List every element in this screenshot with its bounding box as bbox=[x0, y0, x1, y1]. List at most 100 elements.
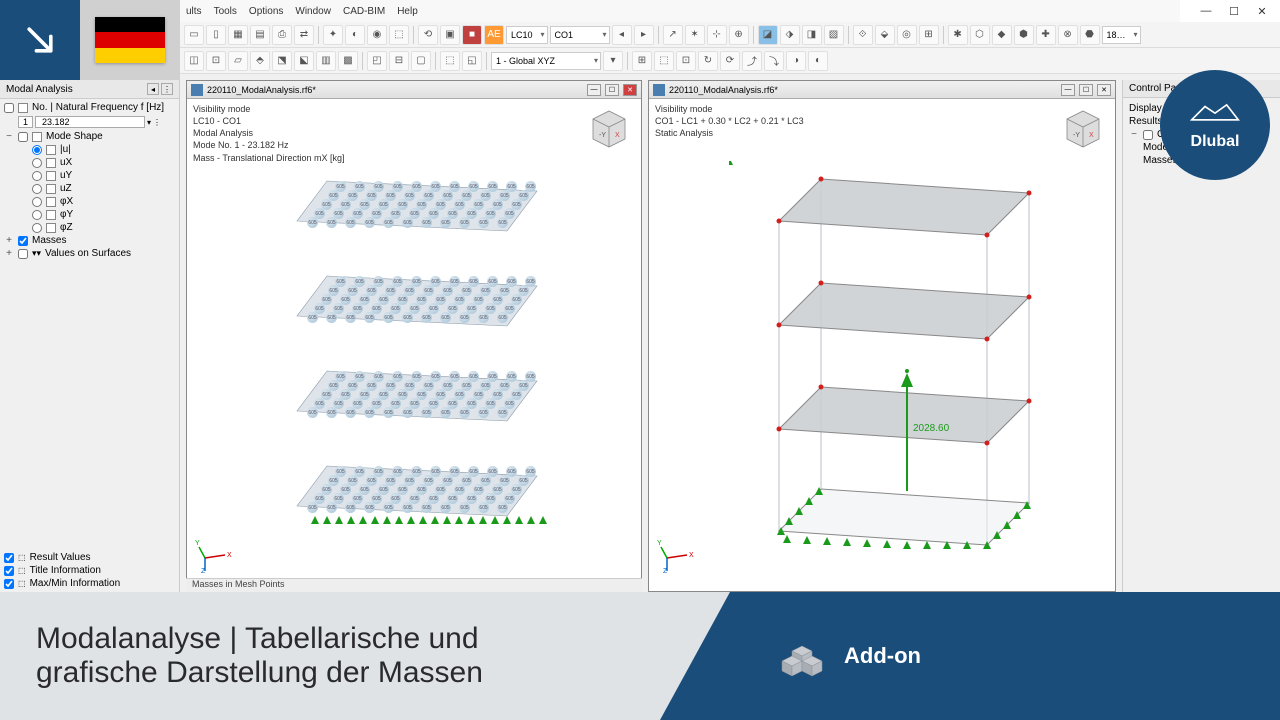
toolbar-button[interactable]: ◰ bbox=[367, 51, 387, 71]
freq-value[interactable]: 23.182 bbox=[35, 116, 145, 128]
toolbar-button[interactable]: ▸ bbox=[634, 25, 654, 45]
toolbar-button[interactable]: ⊗ bbox=[1058, 25, 1078, 45]
toolbar-button[interactable]: ✱ bbox=[948, 25, 968, 45]
masses-checkbox[interactable] bbox=[18, 236, 28, 246]
viewport-minimize-button[interactable]: — bbox=[587, 84, 601, 96]
viewport-canvas[interactable]: 6056056056056056056056056056056056056056… bbox=[187, 101, 641, 591]
toolbar-button[interactable]: ⬙ bbox=[875, 25, 895, 45]
viewport-close-button[interactable]: ✕ bbox=[1097, 84, 1111, 96]
result-values-checkbox[interactable] bbox=[4, 553, 14, 563]
title-info-checkbox[interactable] bbox=[4, 566, 14, 576]
freq-number[interactable]: 1 bbox=[18, 116, 33, 128]
mode-uz-radio[interactable] bbox=[32, 184, 42, 194]
viewport-canvas[interactable]: 2028.60 bbox=[649, 101, 1115, 591]
toolbar-button[interactable]: ✶ bbox=[685, 25, 705, 45]
toolbar-button[interactable]: ⬚ bbox=[654, 51, 674, 71]
values-surfaces-checkbox[interactable] bbox=[18, 249, 28, 259]
toolbar-button[interactable]: ⊡ bbox=[676, 51, 696, 71]
mode-shape-checkbox[interactable] bbox=[18, 132, 28, 142]
menu-item[interactable]: CAD-BIM bbox=[343, 6, 385, 17]
toolbar-button[interactable]: ▦ bbox=[228, 25, 248, 45]
toolbar-button[interactable]: ⊞ bbox=[919, 25, 939, 45]
toolbar-button[interactable]: ⊹ bbox=[707, 25, 727, 45]
panel-menu-button[interactable]: ⋮ bbox=[161, 83, 173, 95]
toolbar-button[interactable]: ▣ bbox=[440, 25, 460, 45]
toolbar-button[interactable]: ◪ bbox=[758, 25, 778, 45]
viewport-static-analysis[interactable]: 220110_ModalAnalysis.rf6* — ☐ ✕ Visibili… bbox=[648, 80, 1116, 592]
menu-item[interactable]: Help bbox=[397, 6, 418, 17]
menu-item[interactable]: Tools bbox=[214, 6, 237, 17]
toolbar-combo[interactable]: 18… bbox=[1102, 26, 1141, 44]
toolbar-button[interactable]: ⬣ bbox=[1080, 25, 1100, 45]
mode-phiz-radio[interactable] bbox=[32, 223, 42, 233]
toolbar-button[interactable]: ⤴ bbox=[742, 51, 762, 71]
toolbar-button[interactable]: ⬗ bbox=[780, 25, 800, 45]
toolbar-button[interactable]: ▥ bbox=[316, 51, 336, 71]
menu-item[interactable]: Options bbox=[249, 6, 283, 17]
freq-dropdown-icon[interactable]: ▾ bbox=[147, 118, 151, 127]
panel-collapse-button[interactable]: ◂ bbox=[147, 83, 159, 95]
mode-uy-radio[interactable] bbox=[32, 171, 42, 181]
toolbar-button[interactable]: ⬚ bbox=[440, 51, 460, 71]
menu-item[interactable]: Window bbox=[295, 6, 331, 17]
toolbar-button[interactable]: ⊕ bbox=[729, 25, 749, 45]
toolbar-button[interactable]: ✚ bbox=[1036, 25, 1056, 45]
toolbar-button[interactable]: ▭ bbox=[184, 25, 204, 45]
toolbar-button[interactable]: ⟲ bbox=[418, 25, 438, 45]
toolbar-button[interactable]: ◐ bbox=[808, 51, 828, 71]
general-checkbox[interactable] bbox=[1143, 130, 1153, 140]
mode-u-radio[interactable] bbox=[32, 145, 42, 155]
minimize-button[interactable]: — bbox=[1192, 1, 1220, 21]
menu-item[interactable]: ults bbox=[186, 6, 202, 17]
toolbar-button[interactable]: ▾ bbox=[603, 51, 623, 71]
coord-system-combo[interactable]: 1 - Global XYZ bbox=[491, 52, 601, 70]
toolbar-button[interactable]: ◐ bbox=[345, 25, 365, 45]
toolbar-button[interactable]: ▢ bbox=[411, 51, 431, 71]
toolbar-button[interactable]: ▧ bbox=[824, 25, 844, 45]
toolbar-button[interactable]: ⎙ bbox=[272, 25, 292, 45]
viewport-close-button[interactable]: ✕ bbox=[623, 84, 637, 96]
freq-more-icon[interactable]: ⋮ bbox=[153, 118, 161, 127]
toolbar-button[interactable]: ⊡ bbox=[206, 51, 226, 71]
toolbar-button[interactable]: ⟐ bbox=[853, 25, 873, 45]
maxmin-info-checkbox[interactable] bbox=[4, 579, 14, 589]
viewport-maximize-button[interactable]: ☐ bbox=[1079, 84, 1093, 96]
toolbar-button[interactable]: ⬚ bbox=[389, 25, 409, 45]
toolbar-button[interactable]: ⤵ bbox=[764, 51, 784, 71]
toolbar-button[interactable]: ◱ bbox=[462, 51, 482, 71]
toolbar-button[interactable]: ⬢ bbox=[1014, 25, 1034, 45]
toolbar-button[interactable]: ⊟ bbox=[389, 51, 409, 71]
toolbar-button[interactable]: ⬡ bbox=[970, 25, 990, 45]
toolbar-ae-button[interactable]: AE bbox=[484, 25, 504, 45]
toolbar-button[interactable]: ✦ bbox=[323, 25, 343, 45]
toolbar-button[interactable]: ▤ bbox=[250, 25, 270, 45]
toolbar-button[interactable]: ▩ bbox=[338, 51, 358, 71]
mode-phiy-radio[interactable] bbox=[32, 210, 42, 220]
toolbar-button[interactable]: ↻ bbox=[698, 51, 718, 71]
mode-phix-radio[interactable] bbox=[32, 197, 42, 207]
toolbar-button[interactable]: ▱ bbox=[228, 51, 248, 71]
toolbar-button[interactable]: ◫ bbox=[184, 51, 204, 71]
toolbar-button[interactable]: ◉ bbox=[367, 25, 387, 45]
toolbar-button[interactable]: ◑ bbox=[786, 51, 806, 71]
toolbar-button[interactable]: ◨ bbox=[802, 25, 822, 45]
toolbar-button[interactable]: ⟳ bbox=[720, 51, 740, 71]
close-button[interactable]: ✕ bbox=[1248, 1, 1276, 21]
toolbar-button[interactable]: ⇄ bbox=[294, 25, 314, 45]
dock-item[interactable]: Results bbox=[1129, 116, 1162, 127]
toolbar-button[interactable]: ■ bbox=[462, 25, 482, 45]
toolbar-button[interactable]: ◂ bbox=[612, 25, 632, 45]
load-combination-combo[interactable]: CO1 bbox=[550, 26, 610, 44]
toolbar-button[interactable]: ◎ bbox=[897, 25, 917, 45]
load-case-combo[interactable]: LC10 bbox=[506, 26, 548, 44]
viewport-minimize-button[interactable]: — bbox=[1061, 84, 1075, 96]
mode-ux-radio[interactable] bbox=[32, 158, 42, 168]
toolbar-button[interactable]: ▯ bbox=[206, 25, 226, 45]
freq-checkbox[interactable] bbox=[4, 103, 14, 113]
toolbar-button[interactable]: ⬘ bbox=[250, 51, 270, 71]
viewport-maximize-button[interactable]: ☐ bbox=[605, 84, 619, 96]
toolbar-button[interactable]: ↗ bbox=[663, 25, 683, 45]
maximize-button[interactable]: ☐ bbox=[1220, 1, 1248, 21]
toolbar-button[interactable]: ⬕ bbox=[294, 51, 314, 71]
toolbar-button[interactable]: ◆ bbox=[992, 25, 1012, 45]
